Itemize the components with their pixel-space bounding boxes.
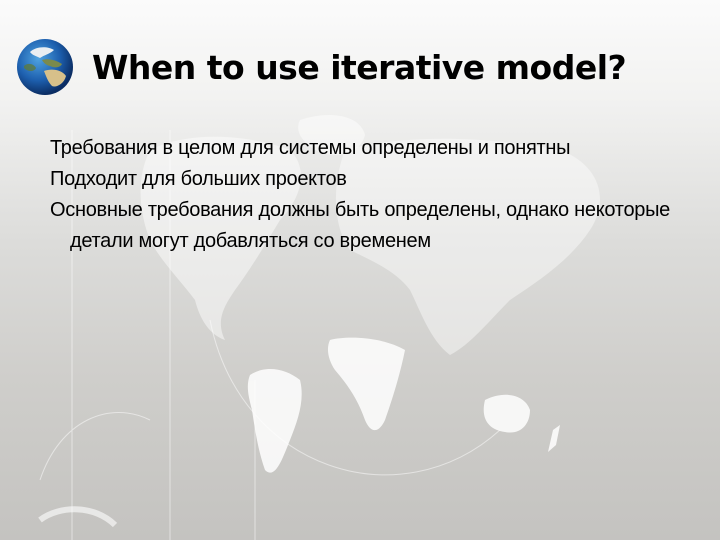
bullet-item: Подходит для больших проектов — [50, 168, 347, 190]
globe-icon — [17, 39, 73, 95]
title-row: When to use iterative model? — [16, 38, 627, 96]
bullet-item: Требования в целом для системы определен… — [50, 137, 571, 159]
slide-title: When to use iterative model? — [92, 47, 627, 87]
bullet-item: Основные требования должны быть определе… — [50, 199, 670, 252]
bullet-list: Требования в целом для системы определен… — [50, 133, 670, 257]
